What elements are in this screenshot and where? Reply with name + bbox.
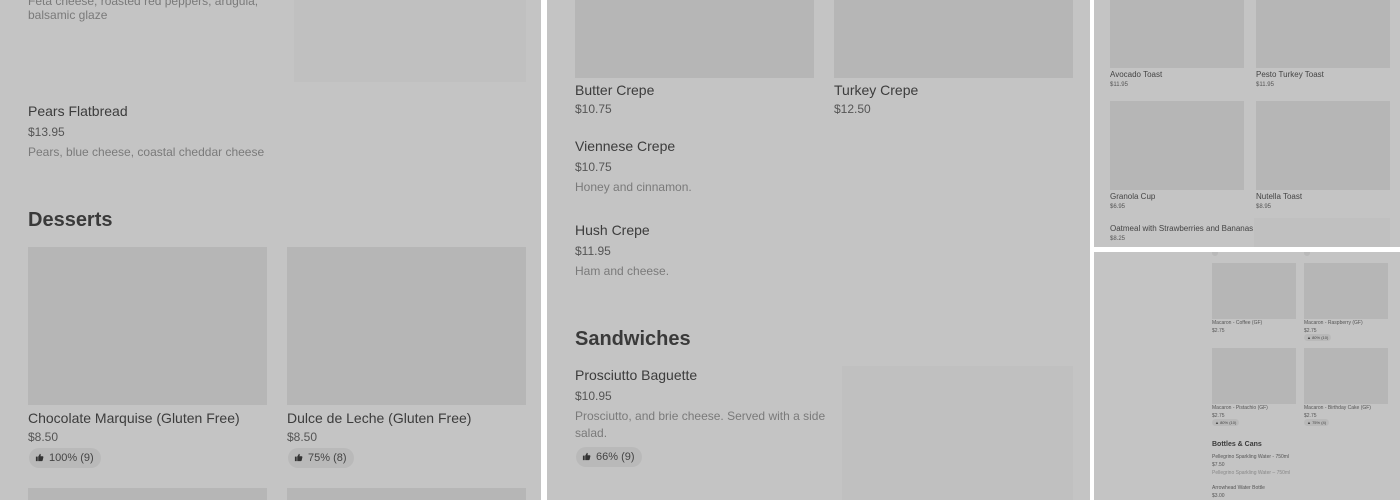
rating-text: 100% (9) [49,452,94,464]
menu-item-image [1110,101,1244,190]
item-name: Oatmeal with Strawberries and Bananas [1110,224,1254,233]
item-name: Turkey Crepe [834,82,919,98]
menu-item-image [1254,218,1390,247]
item-name: Pears Flatbread [28,103,128,119]
menu-panel-crepes-sandwiches: Butter Crepe $10.75 Turkey Crepe $12.50 … [547,0,1090,500]
rating-badge [1212,252,1218,256]
menu-item-image[interactable] [294,0,526,82]
rating-text: 75% (8) [308,452,347,464]
thumbs-up-icon [294,453,303,462]
menu-panel-flatbreads-desserts: Feta cheese, roasted red peppers, arugul… [0,0,541,500]
item-price: $3.00 [1212,493,1225,499]
rating-badge: ▲ 75% (4) [1304,419,1330,426]
item-description: balsamic glaze [28,8,108,22]
category-heading-desserts: Desserts [28,209,113,231]
item-description: Honey and cinnamon. [575,180,692,194]
menu-item-image [1256,101,1390,190]
item-price: $7.50 [1212,462,1225,468]
menu-item-image [834,0,1073,78]
menu-item-image[interactable] [287,488,526,500]
item-price: $6.95 [1110,204,1126,210]
item-description: Pellegrino Sparkling Water – 750ml [1212,470,1291,476]
menu-item-image [1212,348,1296,404]
item-description: salad. [575,426,608,440]
item-price: $2.75 [1212,328,1225,334]
rating-badge: 66% (9) [576,447,642,467]
rating-text: 66% (9) [596,451,635,463]
item-name: Butter Crepe [575,82,655,98]
menu-item-image [1256,0,1390,68]
item-name: Nutella Toast [1256,192,1303,201]
item-name: Macaron - Birthday Cake (GF) [1304,405,1371,411]
menu-item-image [1110,0,1244,68]
item-description: Pears, blue cheese, coastal cheddar chee… [28,145,265,159]
item-description: Prosciutto, and brie cheese. Served with… [575,409,826,423]
item-name: Macaron - Pistachio (GF) [1212,405,1268,411]
menu-item-image [287,247,526,405]
menu-item-image [842,366,1073,500]
menu-panel-macarons-bottles: Macaron - Coffee (GF) $2.75 Macaron - Ra… [1094,252,1400,500]
rating-badge: 75% (8) [288,448,354,468]
item-name: Hush Crepe [575,222,650,238]
item-price: $8.95 [1256,204,1272,210]
rating-text: 75% (4) [1312,420,1327,425]
rating-text: 80% (10) [1312,335,1329,340]
item-price: $8.50 [28,430,59,444]
item-name: Pesto Turkey Toast [1256,70,1324,79]
menu-panel-toasts: Avocado Toast $11.95 Pesto Turkey Toast … [1094,0,1400,247]
item-name: Macaron - Coffee (GF) [1212,320,1263,326]
item-price: $12.50 [834,102,871,116]
item-name: Dulce de Leche (Gluten Free) [287,410,472,426]
item-price: $11.95 [1256,82,1274,88]
item-name: Arrowhead Water Bottle [1212,485,1265,491]
item-price: $10.75 [575,160,612,174]
item-price: $11.95 [1110,82,1128,88]
thumbs-up-icon [35,453,44,462]
item-price: $10.75 [575,102,612,116]
menu-item-image [1304,263,1388,319]
thumbs-up-icon [582,452,591,461]
rating-badge: 100% (9) [29,448,101,468]
item-description: Ham and cheese. [575,264,670,278]
rating-badge: ▲ 80% (10) [1304,334,1332,341]
category-heading-bottles-cans: Bottles & Cans [1212,441,1262,448]
menu-item-image [28,247,267,405]
item-price: $8.50 [287,430,318,444]
menu-item-image [1212,263,1296,319]
item-name: Prosciutto Baguette [575,367,698,383]
rating-text: 80% (10) [1220,420,1237,425]
menu-item-image [1304,348,1388,404]
item-name: Viennese Crepe [575,138,676,154]
item-name: Avocado Toast [1110,70,1163,79]
item-price: $10.95 [575,389,612,403]
item-description: Feta cheese, roasted red peppers, arugul… [28,0,259,8]
item-price: $8.25 [1110,236,1126,242]
rating-badge [1304,252,1310,256]
item-price: $11.95 [575,244,611,258]
item-name: Pellegrino Sparkling Water - 750ml [1212,454,1290,460]
item-name: Chocolate Marquise (Gluten Free) [28,410,240,426]
rating-badge: ▲ 80% (10) [1212,419,1240,426]
item-price: $13.95 [28,125,65,139]
item-name: Granola Cup [1110,192,1156,201]
menu-item-image[interactable] [28,488,267,500]
category-heading-sandwiches: Sandwiches [575,328,691,350]
menu-item-image [575,0,814,78]
item-name: Macaron - Raspberry (GF) [1304,320,1363,326]
